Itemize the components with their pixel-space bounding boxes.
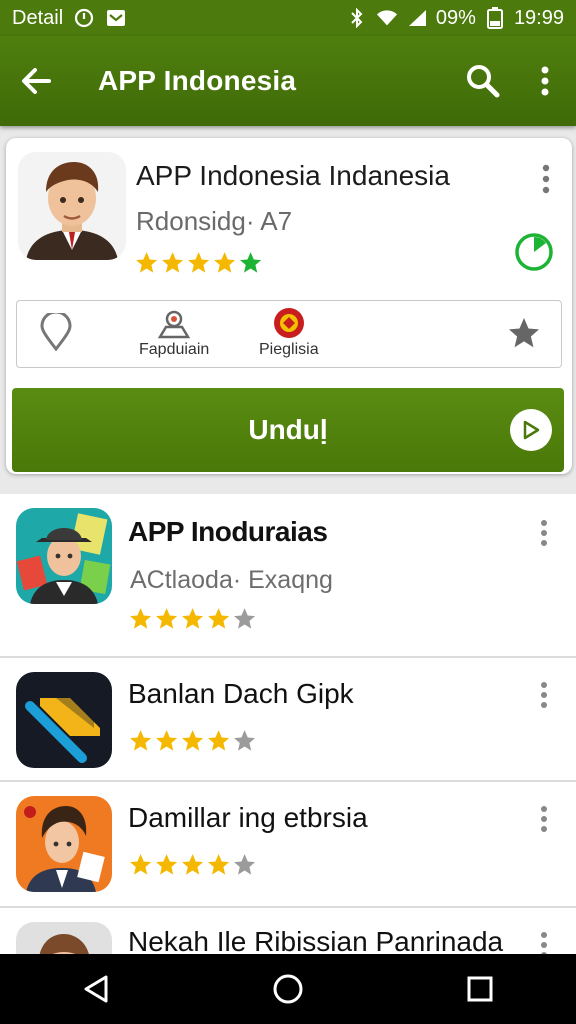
location-pin-icon (40, 313, 72, 351)
list-item[interactable]: Banlan Dach Gipk (0, 658, 576, 782)
back-button[interactable] (0, 36, 72, 126)
app-name: Damillar ing etbrsia (128, 802, 368, 833)
star-icon (156, 854, 178, 875)
more-vert-icon (541, 682, 547, 708)
star-icon (130, 730, 152, 751)
app-icon (16, 672, 112, 768)
square-recents-icon (467, 976, 493, 1002)
battery-icon (484, 7, 506, 29)
bluetooth-icon (346, 7, 368, 29)
app-name: Nekah Ile Ribissian Panrinada (128, 926, 504, 954)
star-icon (208, 608, 230, 629)
app-list: APP Inoduraias ACtlaoda· Exaqng Banlan D… (0, 494, 576, 954)
star-icon (182, 608, 204, 629)
map-pin-icon (157, 310, 191, 339)
featured-app-developer: Rdonsidg· A7 (136, 206, 293, 236)
star-icon (182, 854, 204, 875)
list-item[interactable]: APP Inoduraias ACtlaoda· Exaqng (0, 494, 576, 658)
featured-app-card[interactable]: APP Indonesia Indanesia Rdonsidg· A7 Fap… (6, 138, 572, 474)
clock-icon (73, 7, 95, 29)
system-nav-bar (0, 954, 576, 1024)
star-icon (156, 730, 178, 751)
feature-label: Fapduiain (139, 341, 210, 358)
list-item[interactable]: Damillar ing etbrsia (0, 782, 576, 908)
star-icon (136, 252, 158, 273)
more-button[interactable] (534, 680, 554, 710)
star-icon (214, 252, 236, 273)
app-icon (16, 508, 112, 604)
star-icon (208, 730, 230, 751)
more-vert-icon (541, 66, 549, 96)
search-icon (467, 65, 500, 98)
status-time: 19:99 (513, 6, 564, 29)
star-icon (208, 854, 230, 875)
more-vert-icon (541, 932, 547, 954)
more-vert-icon (541, 520, 547, 546)
play-icon (510, 409, 552, 451)
star-icon (240, 252, 262, 273)
more-button[interactable] (534, 930, 554, 954)
app-bar: APP Indonesia (0, 36, 576, 126)
overflow-menu-button[interactable] (514, 36, 576, 126)
featured-app-name: APP Indonesia Indanesia (136, 160, 450, 191)
star-icon (234, 730, 256, 751)
nav-back-button[interactable] (56, 954, 136, 1024)
status-label: Detail (12, 6, 64, 29)
featured-rating-stars (136, 252, 262, 273)
app-avatar (18, 152, 126, 260)
signal-icon (406, 7, 428, 29)
feature-favorite[interactable] (505, 315, 543, 353)
more-button[interactable] (534, 518, 554, 548)
timer-icon (514, 232, 554, 272)
arrow-left-icon (22, 68, 51, 94)
star-icon (509, 318, 539, 348)
status-bar: Detail 09% 19:99 (0, 0, 576, 36)
rating-stars (130, 608, 256, 629)
notification-icon (105, 7, 127, 29)
star-icon (130, 854, 152, 875)
emblem-icon (273, 308, 304, 338)
feature-label: Pieglisia (259, 341, 319, 358)
triangle-back-icon (84, 975, 108, 1003)
more-vert-icon (542, 164, 550, 194)
star-icon (234, 854, 256, 875)
star-icon (182, 730, 204, 751)
star-icon (188, 252, 210, 273)
download-button[interactable]: Unduḷ (12, 388, 564, 472)
app-developer: ACtlaoda· Exaqng (130, 566, 333, 594)
more-button[interactable] (534, 804, 554, 834)
wifi-icon (376, 7, 398, 29)
feature-strip: Fapduiain Pieglisia (16, 300, 562, 368)
nav-recents-button[interactable] (440, 954, 520, 1024)
download-label: Unduḷ (248, 414, 328, 445)
app-name: APP Inoduraias (128, 516, 328, 547)
rating-stars (130, 730, 256, 751)
star-icon (156, 608, 178, 629)
battery-percent: 09% (435, 6, 476, 29)
rating-stars (130, 854, 256, 875)
feature-map[interactable]: Fapduiain (139, 309, 209, 359)
star-icon (130, 608, 152, 629)
page-title: APP Indonesia (98, 65, 297, 96)
app-icon (16, 922, 112, 954)
feature-emblem[interactable]: Pieglisia (259, 307, 319, 359)
nav-home-button[interactable] (248, 954, 328, 1024)
star-icon (162, 252, 184, 273)
list-item[interactable]: Nekah Ile Ribissian Panrinada (0, 908, 576, 954)
app-icon (16, 796, 112, 892)
featured-more-button[interactable] (536, 162, 556, 196)
feature-location[interactable] (39, 313, 73, 353)
more-vert-icon (541, 806, 547, 832)
app-name: Banlan Dach Gipk (128, 678, 354, 709)
search-button[interactable] (452, 36, 514, 126)
circle-home-icon (273, 974, 303, 1004)
star-icon (234, 608, 256, 629)
